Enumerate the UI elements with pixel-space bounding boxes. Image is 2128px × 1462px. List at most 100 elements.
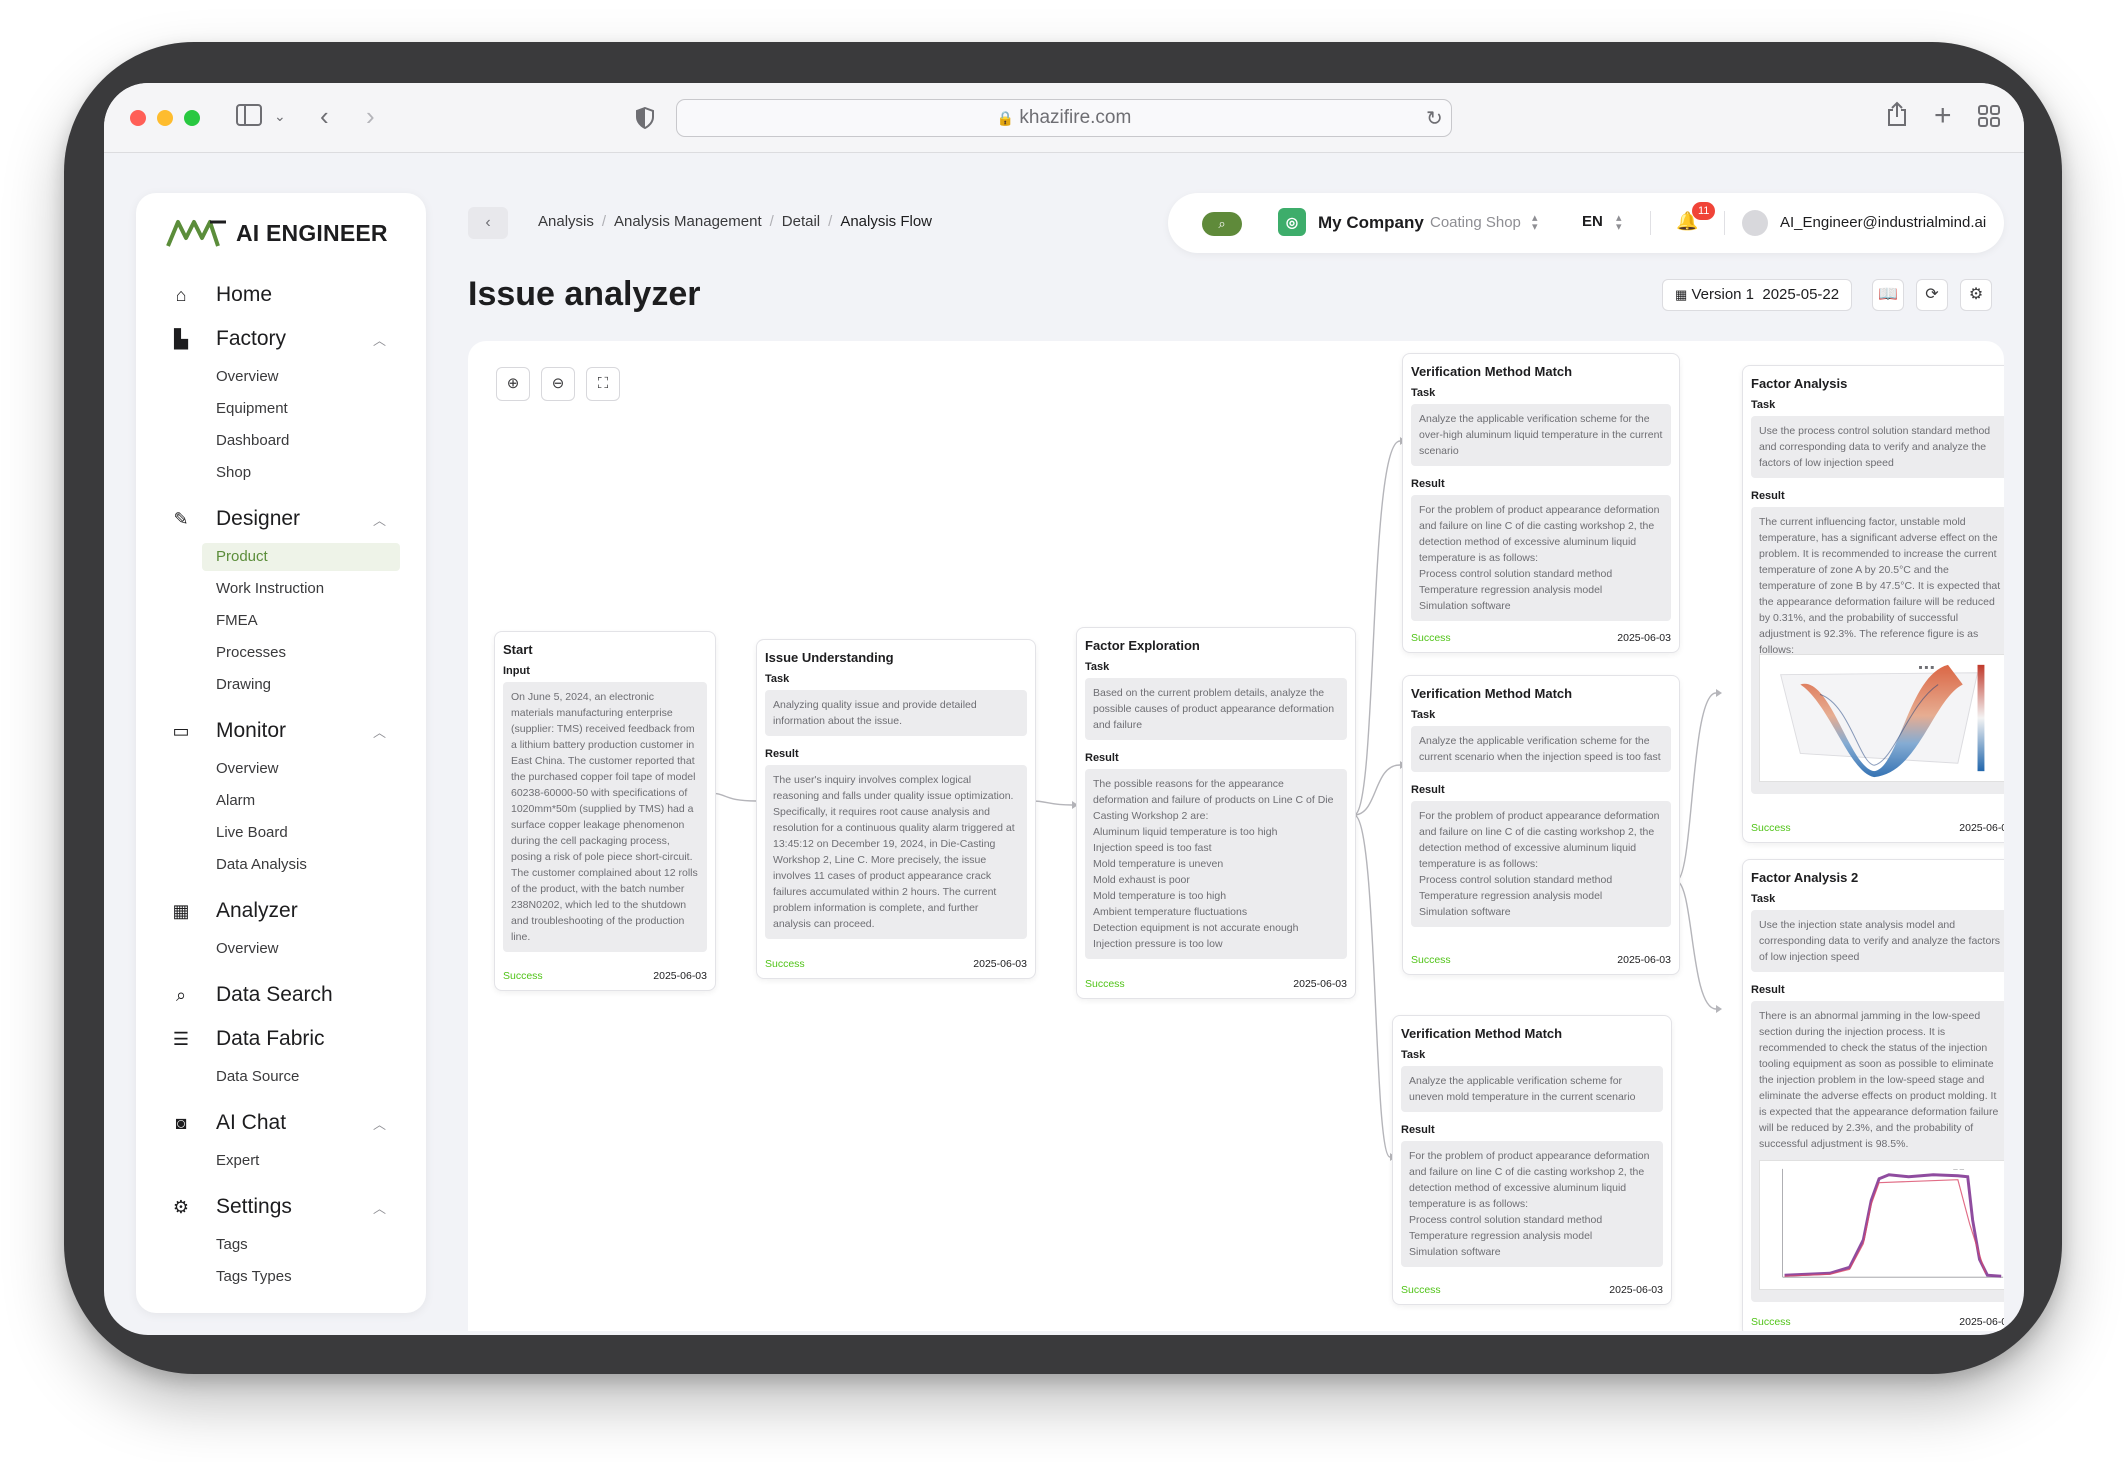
zoom-window-button[interactable]: [184, 110, 200, 126]
forward-arrow-icon[interactable]: ›: [366, 103, 375, 129]
settings-button[interactable]: ⚙: [1960, 279, 1992, 311]
logo-text: AI ENGINEER: [236, 219, 388, 246]
sidebar-subitem-drawing[interactable]: Drawing: [136, 669, 426, 701]
back-button[interactable]: ‹: [468, 207, 508, 239]
injection-curve-plot-image: — —: [1759, 1160, 2004, 1290]
chevron-up-icon[interactable]: ︿: [373, 330, 386, 349]
sidebar-item-label: Home: [216, 283, 273, 306]
breadcrumb-item[interactable]: Analysis Management: [614, 213, 762, 230]
tab-overview-icon[interactable]: [1978, 105, 2000, 131]
breadcrumb-item[interactable]: Detail: [782, 213, 820, 230]
version-selector[interactable]: ▦ Version 1 2025-05-22: [1662, 279, 1853, 311]
sidebar-item-factory[interactable]: ▙ Factory ︿: [136, 317, 426, 361]
analyzer-icon: ▦: [172, 900, 190, 921]
card-label: Task: [1401, 1049, 1426, 1061]
global-search-button[interactable]: ⌕: [1202, 212, 1242, 236]
surface-plot-image: ▪ ▪ ▪: [1759, 654, 2004, 782]
sidebar-item-label: Data Search: [216, 983, 333, 1006]
new-tab-icon[interactable]: +: [1934, 101, 1952, 131]
flow-card-issue-understanding[interactable]: Issue Understanding Task Analyzing quali…: [756, 639, 1036, 979]
flow-card-verification-3[interactable]: Verification Method Match Task Analyze t…: [1392, 1015, 1672, 1305]
breadcrumb-item[interactable]: Analysis: [538, 213, 594, 230]
flow-card-factor-exploration[interactable]: Factor Exploration Task Based on the cur…: [1076, 627, 1356, 999]
flow-canvas[interactable]: ⊕ ⊖ ⛶ Start Input On June 5, 2024, an el…: [468, 341, 2004, 1331]
sidebar-subitem-overview[interactable]: Overview: [136, 361, 426, 393]
avatar[interactable]: [1742, 210, 1768, 236]
card-label: Result: [1401, 1124, 1435, 1136]
sidebar-subitem-product[interactable]: Product: [202, 543, 400, 571]
sidebar-subitem-work-instruction[interactable]: Work Instruction: [136, 573, 426, 605]
card-label: Result: [1411, 784, 1445, 796]
share-icon[interactable]: [1886, 101, 1908, 131]
sidebar-subitem-expert[interactable]: Expert: [136, 1145, 426, 1177]
sidebar-subitem-shop[interactable]: Shop: [136, 457, 426, 489]
chevron-down-icon[interactable]: ⌄: [274, 103, 286, 129]
chevron-up-icon[interactable]: ︿: [373, 510, 386, 529]
card-date: 2025-06-03: [1617, 954, 1671, 966]
sidebar-subitem-equipment[interactable]: Equipment: [136, 393, 426, 425]
logo[interactable]: AI ENGINEER: [166, 213, 388, 253]
chevron-up-icon[interactable]: ︿: [373, 1198, 386, 1217]
gear-icon: ⚙: [1968, 286, 1984, 303]
status-badge: Success: [1085, 978, 1125, 990]
language-sort-icon[interactable]: ▴ ▾: [1616, 213, 1622, 233]
card-task-text: Analyze the applicable verification sche…: [1411, 726, 1671, 772]
card-task-text: Analyze the applicable verification sche…: [1411, 404, 1671, 466]
card-date: 2025-06-03: [1617, 632, 1671, 644]
flow-card-factor-analysis[interactable]: Factor Analysis Task Use the process con…: [1742, 365, 2004, 843]
sidebar-subitem-tags-types[interactable]: Tags Types: [136, 1261, 426, 1293]
sidebar-subitem-live-board[interactable]: Live Board: [136, 817, 426, 849]
sidebar-subitem-fmea[interactable]: FMEA: [136, 605, 426, 637]
sidebar-item-ai-chat[interactable]: ◙ AI Chat ︿: [136, 1101, 426, 1145]
sidebar-item-monitor[interactable]: ▭ Monitor ︿: [136, 709, 426, 753]
shop-sort-icon[interactable]: ▴ ▾: [1532, 213, 1538, 233]
card-label: Input: [503, 665, 530, 677]
language-selector[interactable]: EN: [1582, 213, 1603, 230]
sidebar-item-settings[interactable]: ⚙ Settings ︿: [136, 1185, 426, 1229]
card-result-text: The possible reasons for the appearance …: [1085, 769, 1347, 959]
chevron-up-icon[interactable]: ︿: [373, 722, 386, 741]
flow-card-verification-1[interactable]: Verification Method Match Task Analyze t…: [1402, 353, 1680, 653]
card-label: Result: [1411, 478, 1445, 490]
card-task-text: Use the process control solution standar…: [1751, 416, 2004, 478]
monitor-icon: ▭: [172, 720, 190, 741]
book-button[interactable]: 📖: [1872, 279, 1904, 311]
sidebar-subitem-analyzer-overview[interactable]: Overview: [136, 933, 426, 965]
shop-selector[interactable]: Coating Shop: [1430, 214, 1521, 231]
card-date: 2025-06-03: [973, 958, 1027, 970]
sidebar-item-analyzer[interactable]: ▦ Analyzer: [136, 889, 426, 933]
address-bar[interactable]: 🔒 khazifire.com: [676, 99, 1452, 137]
sidebar-subitem-data-source[interactable]: Data Source: [136, 1061, 426, 1093]
sidebar-subitem-alarm[interactable]: Alarm: [136, 785, 426, 817]
sidebar-item-data-fabric[interactable]: ☰ Data Fabric: [136, 1017, 426, 1061]
chevron-up-icon[interactable]: ︿: [373, 1114, 386, 1133]
sidebar-subitem-monitor-overview[interactable]: Overview: [136, 753, 426, 785]
shield-icon[interactable]: [636, 106, 654, 133]
flow-card-factor-analysis-2[interactable]: Factor Analysis 2 Task Use the injection…: [1742, 859, 2004, 1331]
company-name[interactable]: My Company: [1318, 213, 1424, 233]
card-result-text: The current influencing factor, unstable…: [1751, 507, 2004, 794]
card-result-text: For the problem of product appearance de…: [1411, 495, 1671, 621]
sidebar-item-label: Analyzer: [216, 899, 298, 922]
sidebar-subitem-processes[interactable]: Processes: [136, 637, 426, 669]
calendar-icon: ▦: [1675, 287, 1688, 302]
minimize-window-button[interactable]: [157, 110, 173, 126]
flow-card-start[interactable]: Start Input On June 5, 2024, an electron…: [494, 631, 716, 991]
sidebar-subitem-data-analysis[interactable]: Data Analysis: [136, 849, 426, 881]
card-label: Result: [1751, 984, 1785, 996]
sidebar-subitem-tags[interactable]: Tags: [136, 1229, 426, 1261]
sidebar-item-label: Data Fabric: [216, 1027, 325, 1050]
sidebar-toggle-icon[interactable]: [236, 104, 262, 130]
top-bar-controls: ⌕ ◎ My Company Coating Shop ▴ ▾ EN ▴ ▾ 🔔 1…: [1168, 193, 2004, 253]
refresh-button[interactable]: ⟳: [1916, 279, 1948, 311]
close-window-button[interactable]: [130, 110, 146, 126]
reload-icon[interactable]: ↻: [1426, 106, 1443, 132]
sidebar-item-designer[interactable]: ✎ Designer ︿: [136, 497, 426, 541]
user-email[interactable]: AI_Engineer@industrialmind.ai: [1780, 214, 1986, 231]
sidebar-item-home[interactable]: ⌂ Home: [136, 273, 426, 317]
sidebar-subitem-dashboard[interactable]: Dashboard: [136, 425, 426, 457]
factory-icon: ▙: [174, 328, 188, 349]
flow-card-verification-2[interactable]: Verification Method Match Task Analyze t…: [1402, 675, 1680, 975]
back-arrow-icon[interactable]: ‹: [320, 103, 329, 129]
sidebar-item-data-search[interactable]: ⌕ Data Search: [136, 973, 426, 1017]
